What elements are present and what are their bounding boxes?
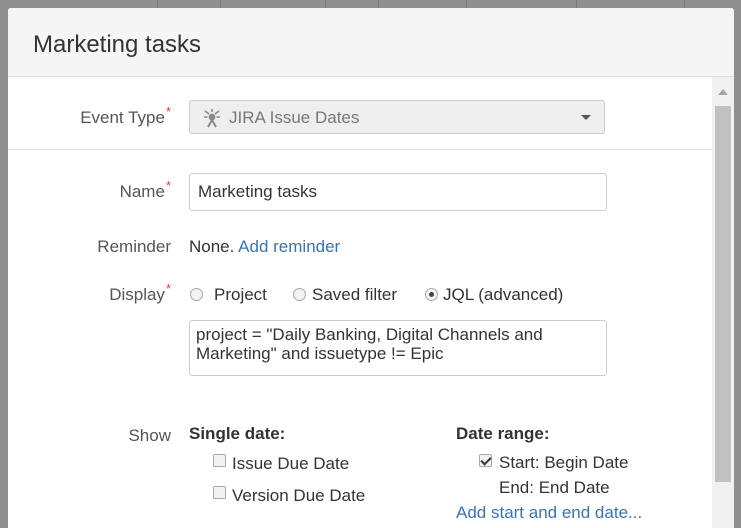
radio-saved-filter[interactable]	[293, 288, 306, 301]
scrollbar[interactable]	[712, 77, 734, 528]
show-label: Show	[128, 426, 171, 445]
version-due-date-label[interactable]: Version Due Date	[232, 486, 365, 506]
event-type-value: JIRA Issue Dates	[229, 108, 360, 127]
jql-textarea[interactable]: project = "Daily Banking, Digital Channe…	[189, 320, 607, 376]
jira-issue-dates-icon	[204, 109, 220, 128]
divider	[8, 149, 712, 150]
radio-jql[interactable]	[425, 288, 438, 301]
add-start-end-date-link[interactable]: Add start and end date...	[456, 503, 642, 523]
issue-due-date-label[interactable]: Issue Due Date	[232, 454, 349, 474]
start-begin-date-label[interactable]: Start: Begin Date	[499, 453, 628, 473]
checkbox-issue-due-date[interactable]	[213, 454, 226, 467]
radio-jql-label[interactable]: JQL (advanced)	[443, 285, 563, 305]
single-date-heading: Single date:	[189, 424, 286, 443]
checkbox-start-begin-date[interactable]	[479, 454, 492, 467]
add-reminder-link[interactable]: Add reminder	[238, 237, 340, 256]
reminder-none-text: None.	[189, 237, 235, 256]
dialog-header: Marketing tasks	[8, 8, 734, 77]
radio-project-label[interactable]: Project	[214, 285, 267, 305]
edit-event-dialog: Marketing tasks Event Type* JIRA Issue D…	[8, 8, 734, 528]
dialog-title: Marketing tasks	[33, 31, 202, 58]
reminder-value: None. Add reminder	[189, 237, 340, 257]
radio-project[interactable]	[190, 288, 203, 301]
date-range-heading: Date range:	[456, 424, 550, 443]
end-date-label: End: End Date	[499, 478, 610, 497]
required-marker: *	[165, 104, 171, 119]
scrollbar-thumb[interactable]	[715, 106, 731, 482]
radio-saved-filter-label[interactable]: Saved filter	[312, 285, 397, 305]
name-label: Name*	[119, 178, 171, 201]
event-type-select[interactable]: JIRA Issue Dates	[189, 100, 605, 134]
scroll-up-arrow-icon[interactable]	[718, 89, 728, 95]
event-type-label: Event Type*	[80, 104, 171, 127]
required-marker: *	[165, 178, 171, 193]
name-field-value: Marketing tasks	[198, 182, 318, 201]
name-field[interactable]: Marketing tasks	[189, 173, 607, 211]
display-label: Display*	[109, 281, 171, 304]
checkbox-version-due-date[interactable]	[213, 486, 226, 499]
reminder-label: Reminder	[97, 237, 171, 256]
chevron-down-icon	[581, 115, 591, 120]
required-marker: *	[165, 281, 171, 296]
